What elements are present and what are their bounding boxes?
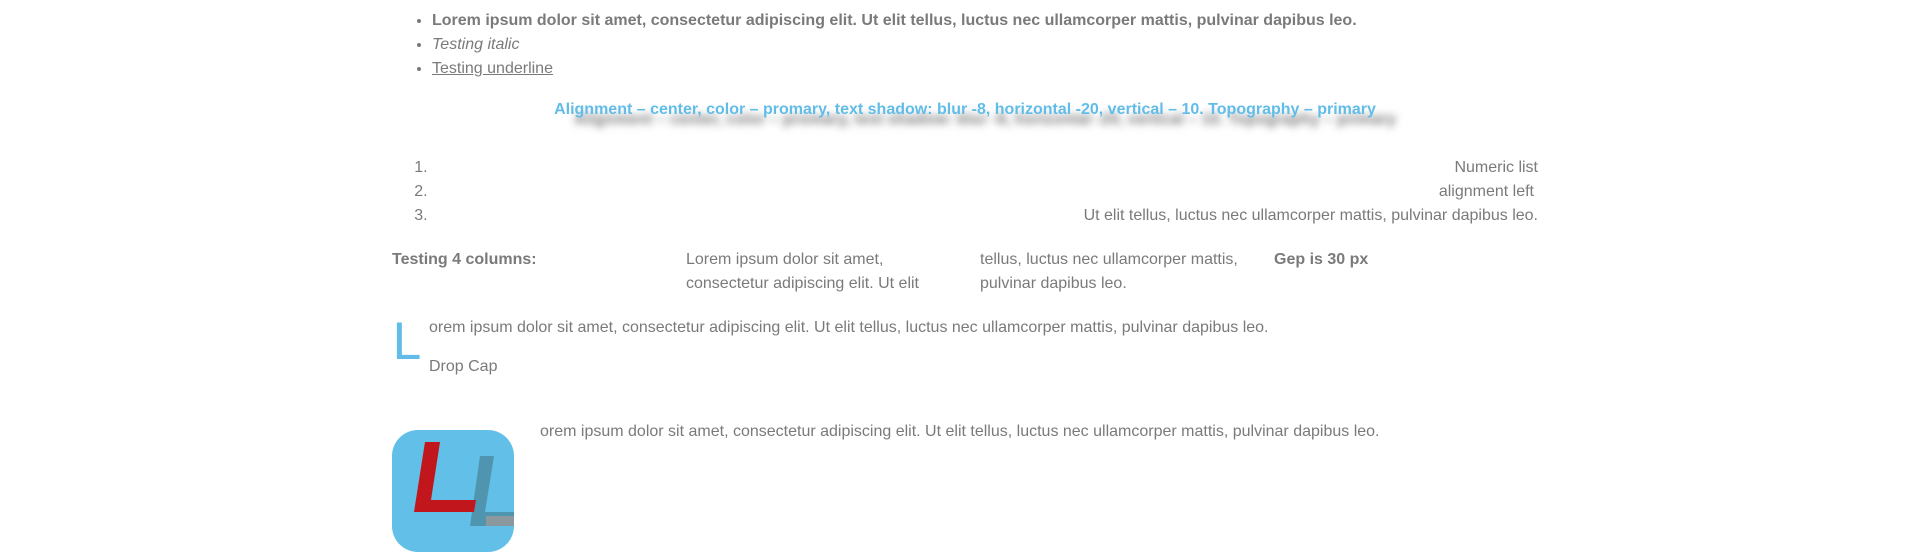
dropcap-text: orem ipsum dolor sit amet, consectetur a… <box>429 319 1269 336</box>
numeric-list: Numeric list alignment left Ut elit tell… <box>392 156 1538 228</box>
four-column-row: Testing 4 columns: Lorem ipsum dolor sit… <box>392 248 1538 296</box>
bullet-item-underline: Testing underline <box>432 57 1538 81</box>
underline-text: Testing underline <box>432 60 553 77</box>
dropcap-label: Drop Cap <box>429 358 498 375</box>
column-1: Testing 4 columns: <box>392 251 537 268</box>
bullet-list: Lorem ipsum dolor sit amet, consectetur … <box>392 9 1538 81</box>
dropcap-letter: L <box>392 313 420 371</box>
column-4: Gep is 30 px <box>1274 251 1369 268</box>
column-3: tellus, luctus nec ullamcorper mattis, p… <box>980 251 1238 292</box>
ll-logo-icon <box>392 430 536 552</box>
column-2: Lorem ipsum dolor sit amet, consectetur … <box>686 251 919 292</box>
numeric-list-item: Numeric list <box>432 156 1538 180</box>
numeric-list-item: alignment left <box>432 180 1538 204</box>
logo-paragraph: orem ipsum dolor sit amet, consectetur a… <box>392 420 1538 552</box>
content-area: Lorem ipsum dolor sit amet, consectetur … <box>392 0 1538 552</box>
logo-graphic <box>414 442 536 526</box>
bullet-item-italic: Testing italic <box>432 33 1538 57</box>
bullet-item-bold: Lorem ipsum dolor sit amet, consectetur … <box>432 9 1538 33</box>
logo-paragraph-text: orem ipsum dolor sit amet, consectetur a… <box>540 423 1380 440</box>
numeric-list-item: Ut elit tellus, luctus nec ullamcorper m… <box>432 204 1538 228</box>
shadow-heading: Alignment – center, color – promary, tex… <box>554 101 1376 118</box>
dropcap-paragraph: L orem ipsum dolor sit amet, consectetur… <box>392 316 1538 380</box>
